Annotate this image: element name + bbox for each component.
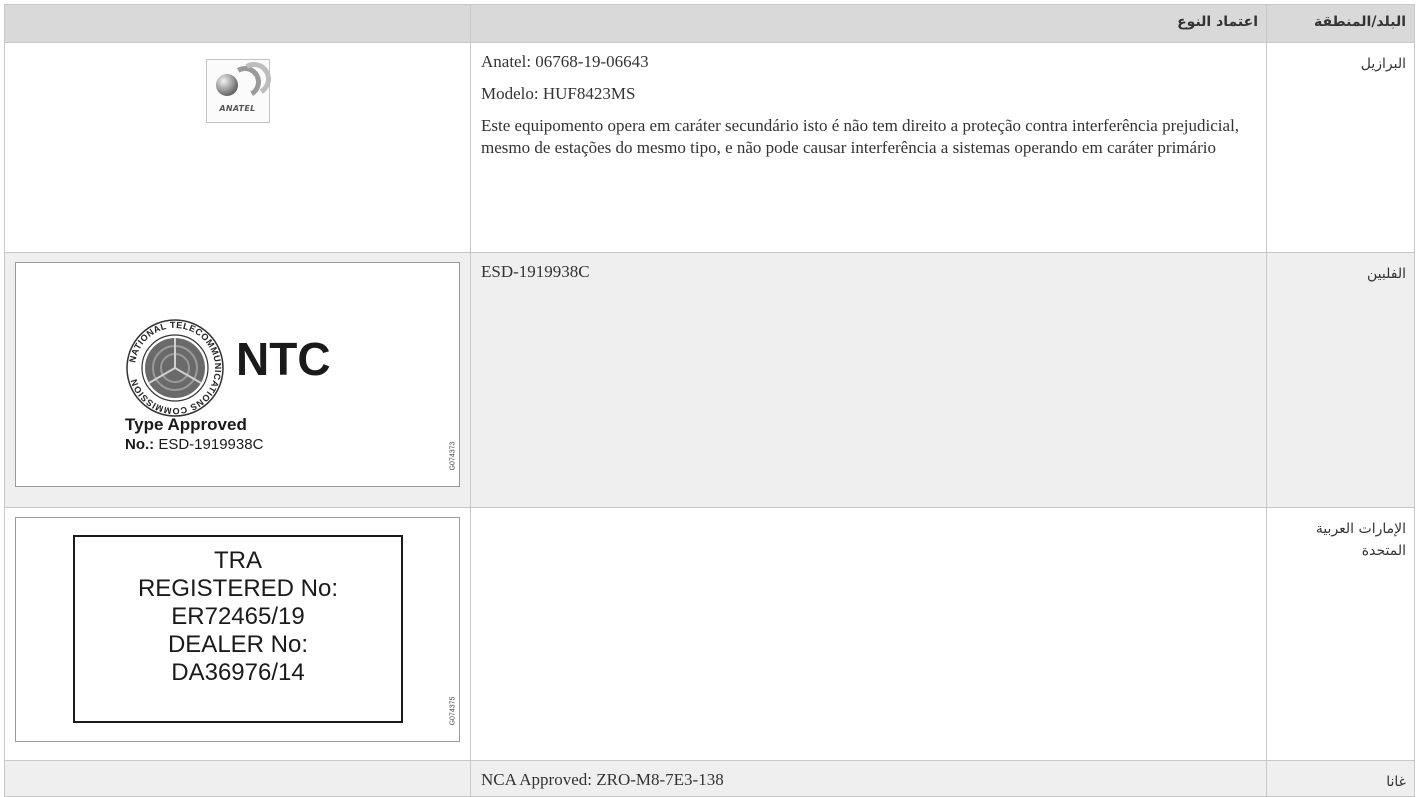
ntc-approval-number: ESD-1919938C (481, 262, 590, 281)
country-name: الفلبين (1367, 266, 1406, 282)
country-name: الإمارات العربية المتحدة (1315, 521, 1406, 559)
nca-approval-number: NCA Approved: ZRO-M8-7E3-138 (481, 770, 724, 789)
tra-dealer-label: DEALER No: (167, 631, 309, 658)
label-code-text: G074373 (449, 441, 457, 471)
country-cell-uae: الإمارات العربية المتحدة (1266, 507, 1415, 761)
label-code: G074373 (449, 434, 457, 478)
tra-title: TRA (214, 547, 262, 574)
image-cell-philippines: NATIONAL TELECOMMUNICATIONS COMMISSION N… (4, 252, 471, 508)
tra-registration-box: TRA REGISTERED No: ER72465/19 DEALER No:… (73, 535, 403, 723)
header-cell-approval: اعتماد النوع (470, 4, 1267, 43)
approval-cell-uae (470, 507, 1267, 761)
tra-registered-label: REGISTERED No: (137, 575, 339, 602)
type-approval-table: اعتماد النوع البلد/المنطقة ANATEL Anatel… (4, 4, 1415, 797)
image-cell-ghana (4, 760, 471, 797)
label-code: G074375 (449, 689, 457, 733)
image-cell-uae: TRA REGISTERED No: ER72465/19 DEALER No:… (4, 507, 471, 761)
ntc-number-prefix: No.: (125, 436, 155, 453)
type-approved-text: Type Approved (125, 415, 247, 434)
header-cell-country: البلد/المنطقة (1266, 4, 1415, 43)
table-row-uae: TRA REGISTERED No: ER72465/19 DEALER No:… (4, 507, 1415, 761)
header-country-label: البلد/المنطقة (1313, 14, 1406, 30)
header-cell-image (4, 4, 471, 43)
label-code-text: G074375 (449, 696, 457, 726)
country-name: البرازيل (1360, 56, 1406, 72)
image-cell-brazil: ANATEL (4, 42, 471, 253)
model-number: Modelo: HUF8423MS (481, 84, 636, 103)
ntc-number-value: ESD-1919938C (154, 436, 264, 453)
approval-cell-brazil: Anatel: 06768-19-06643 Modelo: HUF8423MS… (470, 42, 1267, 253)
anatel-logo-icon: ANATEL (205, 58, 275, 123)
ntc-brand: NTC (236, 333, 331, 385)
country-name: غانا (1386, 774, 1406, 790)
table-header-row: اعتماد النوع البلد/المنطقة (4, 4, 1415, 43)
anatel-number: Anatel: 06768-19-06643 (481, 52, 649, 71)
tra-registered-number: ER72465/19 (171, 603, 305, 630)
approval-cell-philippines: ESD-1919938C (470, 252, 1267, 508)
country-cell-ghana: غانا (1266, 760, 1415, 797)
country-cell-philippines: الفلبين (1266, 252, 1415, 508)
ntc-label: NATIONAL TELECOMMUNICATIONS COMMISSION N… (15, 262, 460, 487)
ntc-number-line: No.: ESD-1919938C (125, 435, 263, 455)
tra-label: TRA REGISTERED No: ER72465/19 DEALER No:… (15, 517, 460, 742)
ntc-seal-icon: NATIONAL TELECOMMUNICATIONS COMMISSION (126, 319, 224, 417)
anatel-wordmark: ANATEL (219, 104, 256, 113)
table-row-ghana: NCA Approved: ZRO-M8-7E3-138 غانا (4, 760, 1415, 797)
country-cell-brazil: البرازيل (1266, 42, 1415, 253)
approval-cell-ghana: NCA Approved: ZRO-M8-7E3-138 (470, 760, 1267, 797)
table-row-philippines: NATIONAL TELECOMMUNICATIONS COMMISSION N… (4, 252, 1415, 508)
anatel-notice: Este equipomento opera em caráter secund… (481, 116, 1240, 157)
table-row-brazil: ANATEL Anatel: 06768-19-06643 Modelo: HU… (4, 42, 1415, 253)
tra-dealer-number: DA36976/14 (171, 659, 305, 686)
header-approval-label: اعتماد النوع (1177, 14, 1258, 30)
